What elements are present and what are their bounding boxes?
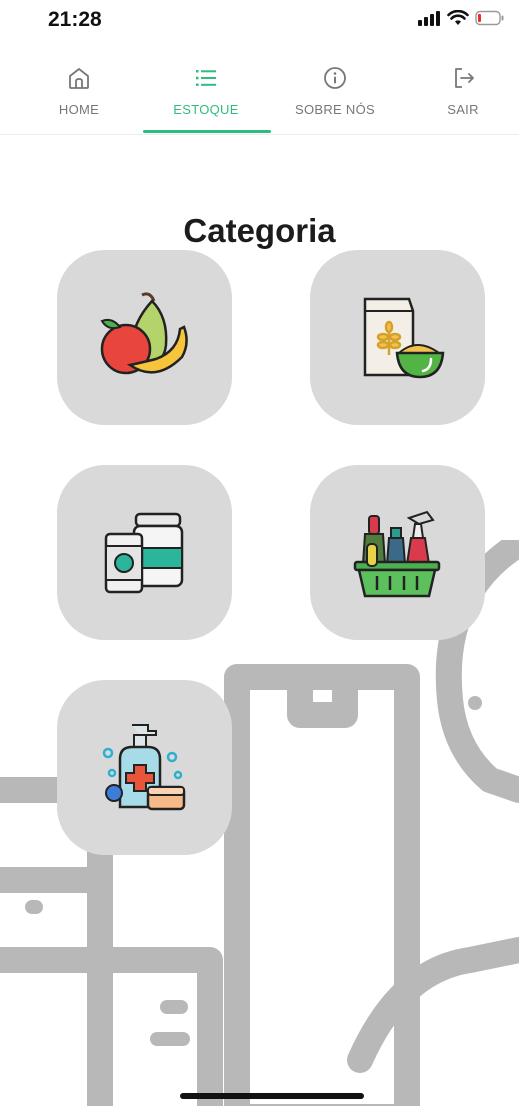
category-fruits-button[interactable] — [57, 250, 232, 425]
category-grains-button[interactable] — [310, 250, 485, 425]
logout-icon — [455, 68, 474, 88]
canned-goods-icon — [104, 512, 184, 594]
cleaning-basket-icon — [353, 510, 441, 598]
battery-icon — [475, 10, 504, 26]
tab-sobre-nos[interactable]: SOBRE NÓS — [270, 52, 400, 134]
status-time: 21:28 — [48, 8, 102, 31]
page-title: Categoria — [183, 212, 336, 250]
tab-home-label: HOME — [58, 102, 100, 117]
hygiene-soap-icon — [102, 724, 186, 811]
status-bar: 21:28 — [0, 0, 519, 40]
category-hygiene-button[interactable] — [57, 680, 232, 855]
tab-estoque-label: ESTOQUE — [173, 102, 239, 117]
grains-bowl-icon — [363, 297, 445, 379]
category-cleaning-button[interactable] — [310, 465, 485, 640]
tab-sobre-nos-label: SOBRE NÓS — [295, 102, 375, 117]
status-icons — [417, 10, 505, 26]
tab-estoque[interactable]: ESTOQUE — [141, 52, 271, 134]
home-indicator[interactable] — [180, 1093, 364, 1099]
top-nav: HOME ESTOQUE SOBRE NÓS SAIR — [0, 52, 519, 135]
info-icon — [324, 67, 346, 89]
tab-sair-label: SAIR — [447, 102, 479, 117]
home-icon — [69, 68, 89, 89]
tab-home[interactable]: HOME — [14, 52, 144, 134]
list-icon — [196, 70, 216, 86]
active-tab-indicator — [143, 130, 271, 133]
signal-icon — [418, 11, 440, 26]
fruits-icon — [100, 292, 188, 375]
wifi-icon — [447, 10, 469, 25]
tab-sair[interactable]: SAIR — [398, 52, 519, 134]
category-canned-goods-button[interactable] — [57, 465, 232, 640]
